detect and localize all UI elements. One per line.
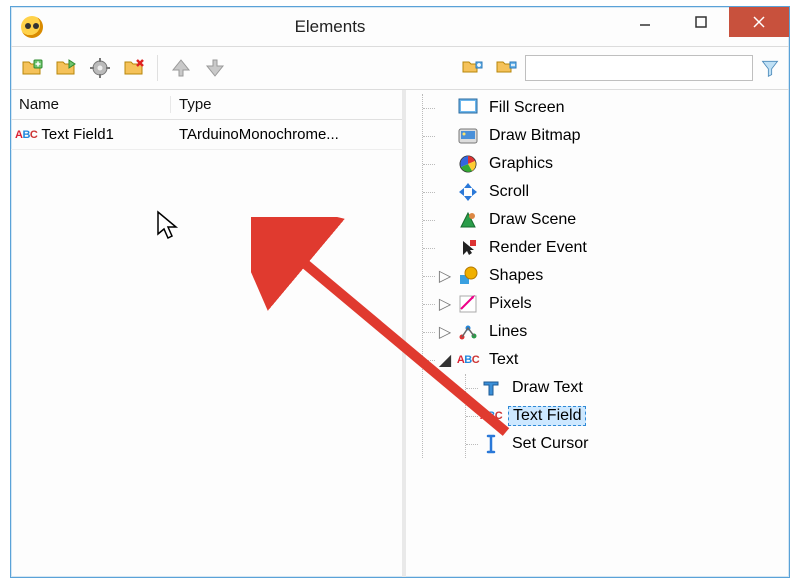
- tool-delete-button[interactable]: [119, 53, 149, 83]
- tree-item-text[interactable]: ◢ ABC Text: [437, 346, 787, 374]
- tree-item-set-cursor[interactable]: Set Cursor: [480, 430, 787, 458]
- tree-item-graphics[interactable]: ▷ Graphics: [437, 150, 787, 178]
- folder-plus-icon: [20, 56, 44, 80]
- window-title: Elements: [43, 17, 617, 37]
- tree-label: Scroll: [485, 183, 533, 201]
- tree-label: Draw Bitmap: [485, 127, 585, 145]
- shapes-icon: [457, 265, 479, 287]
- expand-tree-icon: [460, 56, 484, 80]
- tree-label: Fill Screen: [485, 99, 569, 117]
- tool-folder-button[interactable]: [51, 53, 81, 83]
- fill-screen-icon: [457, 97, 479, 119]
- window-buttons: [617, 7, 789, 46]
- folder-delete-icon: [122, 56, 146, 80]
- tree-label: Draw Scene: [485, 211, 580, 229]
- tree-label: Graphics: [485, 155, 557, 173]
- minimize-button[interactable]: [617, 7, 673, 37]
- tool-add-button[interactable]: [17, 53, 47, 83]
- collapse-tree-icon: [494, 56, 518, 80]
- tool-collapse-button[interactable]: [491, 53, 521, 83]
- close-icon: [751, 14, 767, 30]
- palette-tree-pane: ▷ Fill Screen ▷ Draw Bitmap ▷ Graphics: [406, 90, 789, 577]
- tree-label: Shapes: [485, 267, 547, 285]
- tree-item-text-field[interactable]: ABC Text Field: [480, 402, 787, 430]
- list-item-type: TArduinoMonochrome...: [171, 126, 402, 143]
- arrow-up-icon: [169, 56, 193, 80]
- search-input[interactable]: [525, 55, 753, 81]
- list-item-name: Text Field1: [41, 126, 114, 143]
- tool-move-down-button[interactable]: [200, 53, 230, 83]
- tree-label: Text: [485, 351, 522, 369]
- expander-collapsed-icon[interactable]: ▷: [439, 326, 451, 338]
- tree-item-draw-scene[interactable]: ▷ Draw Scene: [437, 206, 787, 234]
- list-item[interactable]: ABC Text Field1 TArduinoMonochrome...: [11, 120, 402, 150]
- folder-move-icon: [54, 56, 78, 80]
- tree-item-render-event[interactable]: ▷ Render Event: [437, 234, 787, 262]
- titlebar: Elements: [11, 7, 789, 47]
- maximize-button[interactable]: [673, 7, 729, 37]
- pixels-icon: [457, 293, 479, 315]
- cursor-icon: [156, 210, 182, 242]
- gear-icon: [88, 56, 112, 80]
- text-field-icon: ABC: [480, 405, 502, 427]
- toolbar-right-group: [457, 53, 783, 83]
- scroll-icon: [457, 181, 479, 203]
- tree-label: Draw Text: [508, 379, 587, 397]
- funnel-icon: [760, 58, 780, 78]
- maximize-icon: [693, 14, 709, 30]
- set-cursor-icon: [480, 433, 502, 455]
- toolbar-separator: [157, 55, 158, 81]
- tree-item-draw-bitmap[interactable]: ▷ Draw Bitmap: [437, 122, 787, 150]
- tree-children-text: Draw Text ABC Text Field Set Cursor: [465, 374, 787, 458]
- close-button[interactable]: [729, 7, 789, 37]
- tree-item-shapes[interactable]: ▷ Shapes: [437, 262, 787, 290]
- window: Elements: [10, 6, 790, 578]
- tree-item-fill-screen[interactable]: ▷ Fill Screen: [437, 94, 787, 122]
- tree-item-draw-text[interactable]: Draw Text: [480, 374, 787, 402]
- expander-collapsed-icon[interactable]: ▷: [439, 298, 451, 310]
- draw-scene-icon: [457, 209, 479, 231]
- column-header-type[interactable]: Type: [171, 96, 402, 113]
- text-icon: ABC: [457, 349, 479, 371]
- column-header-name[interactable]: Name: [11, 96, 171, 113]
- tree-label: Lines: [485, 323, 531, 341]
- tool-expand-button[interactable]: [457, 53, 487, 83]
- app-icon: [21, 16, 43, 38]
- render-event-icon: [457, 237, 479, 259]
- tool-settings-button[interactable]: [85, 53, 115, 83]
- arrow-down-icon: [203, 56, 227, 80]
- tree-item-scroll[interactable]: ▷ Scroll: [437, 178, 787, 206]
- minimize-icon: [637, 14, 653, 30]
- filter-button[interactable]: [757, 55, 783, 81]
- tree-label: Set Cursor: [508, 435, 592, 453]
- text-field-icon: ABC: [15, 129, 37, 141]
- elements-list-pane: Name Type ABC Text Field1 TArduinoMonoch…: [11, 90, 406, 577]
- tree-label: Pixels: [485, 295, 536, 313]
- list-header: Name Type: [11, 90, 402, 120]
- graphics-icon: [457, 153, 479, 175]
- tree-label: Text Field: [508, 406, 586, 426]
- draw-bitmap-icon: [457, 125, 479, 147]
- toolbar: [11, 47, 789, 89]
- tree-item-pixels[interactable]: ▷ Pixels: [437, 290, 787, 318]
- lines-icon: [457, 321, 479, 343]
- expander-expanded-icon[interactable]: ◢: [439, 354, 451, 366]
- tree-item-lines[interactable]: ▷ Lines: [437, 318, 787, 346]
- tree-label: Render Event: [485, 239, 591, 257]
- content-split: Name Type ABC Text Field1 TArduinoMonoch…: [11, 89, 789, 577]
- expander-collapsed-icon[interactable]: ▷: [439, 270, 451, 282]
- tool-move-up-button[interactable]: [166, 53, 196, 83]
- draw-text-icon: [480, 377, 502, 399]
